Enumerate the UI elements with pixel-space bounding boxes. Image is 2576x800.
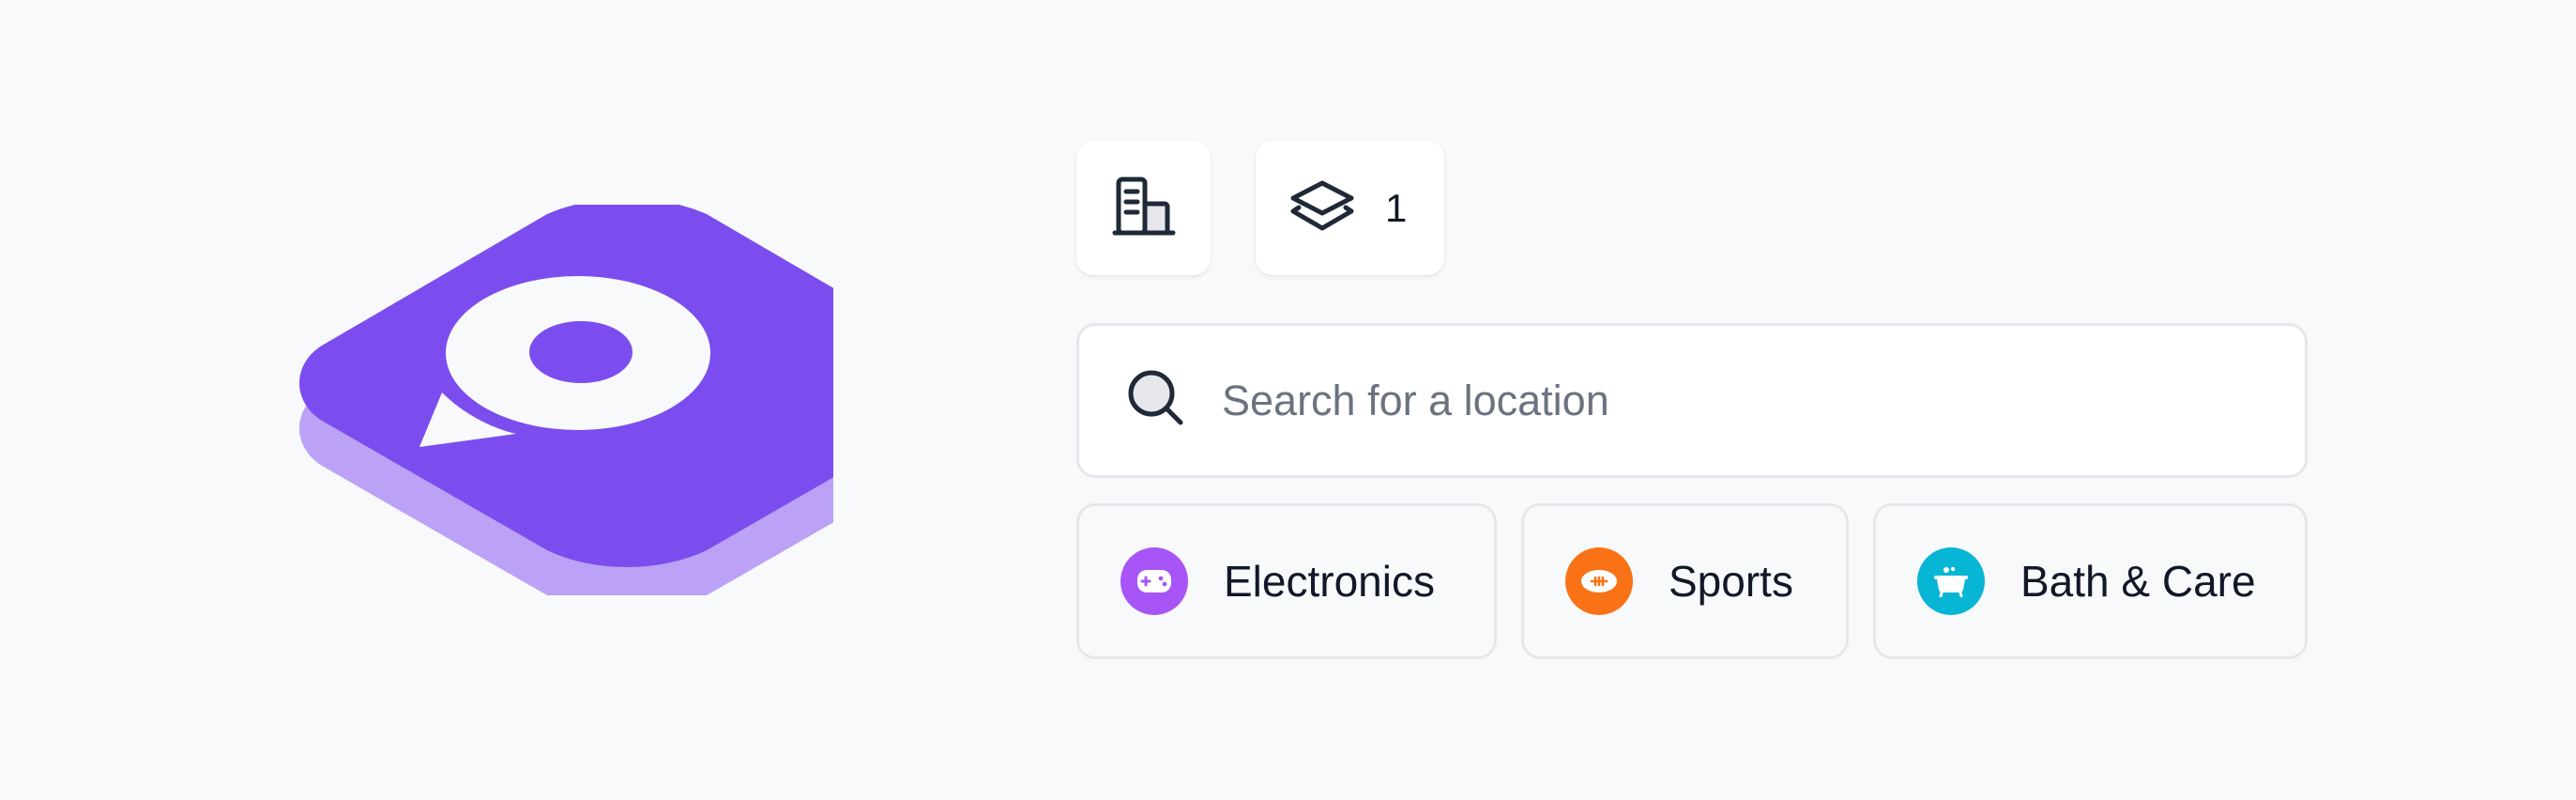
search-input[interactable]	[1222, 376, 2254, 425]
category-chip-bath-care[interactable]: Bath & Care	[1873, 503, 2308, 659]
category-chip-sports[interactable]: Sports	[1521, 503, 1849, 659]
search-icon	[1126, 368, 1186, 433]
category-label: Bath & Care	[2020, 557, 2256, 606]
layers-icon	[1289, 179, 1355, 237]
gamepad-icon	[1120, 547, 1188, 615]
app-logo	[261, 205, 833, 595]
category-chip-electronics[interactable]: Electronics	[1076, 503, 1497, 659]
layers-count: 1	[1385, 185, 1408, 230]
category-label: Sports	[1669, 557, 1793, 606]
category-label: Electronics	[1224, 557, 1435, 606]
building-icon	[1111, 176, 1177, 240]
building-button[interactable]	[1076, 141, 1211, 275]
search-box[interactable]	[1076, 323, 2308, 478]
layers-button[interactable]: 1	[1256, 141, 1444, 275]
bathtub-icon	[1917, 547, 1985, 615]
football-icon	[1565, 547, 1633, 615]
